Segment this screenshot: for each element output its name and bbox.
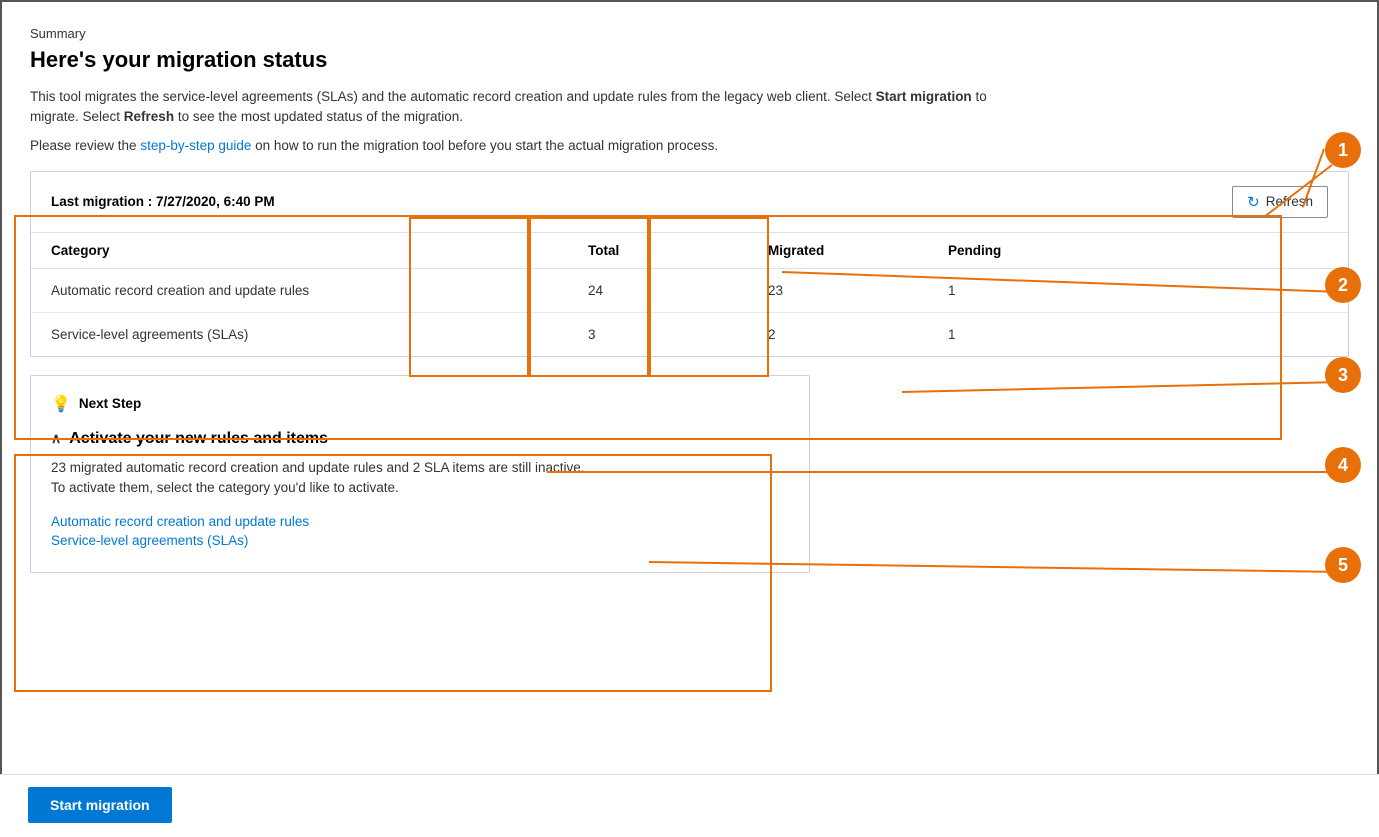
row1-empty — [1128, 283, 1328, 298]
activate-header: ∧ Activate your new rules and items — [51, 430, 789, 448]
annotation-circle-4: 4 — [1325, 447, 1361, 483]
chevron-up-icon: ∧ — [51, 430, 61, 447]
annotation-circle-3: 3 — [1325, 357, 1361, 393]
refresh-label: Refresh — [1266, 194, 1313, 209]
lightbulb-icon: 💡 — [51, 394, 71, 414]
col-header-empty — [1128, 243, 1328, 258]
migration-table-container: Last migration : 7/27/2020, 6:40 PM ↻ Re… — [30, 171, 1349, 357]
start-migration-button[interactable]: Start migration — [28, 787, 172, 823]
bottom-bar: Start migration — [0, 774, 1379, 835]
table-row: Service-level agreements (SLAs) 3 2 1 — [31, 313, 1348, 356]
next-step-container: 💡 Next Step ∧ Activate your new rules an… — [30, 375, 810, 574]
refresh-icon: ↻ — [1247, 193, 1260, 211]
col-header-category: Category — [51, 243, 588, 258]
activate-link-rules[interactable]: Automatic record creation and update rul… — [51, 514, 789, 529]
next-step-label: Next Step — [79, 396, 141, 411]
migration-header-row: Last migration : 7/27/2020, 6:40 PM ↻ Re… — [31, 172, 1348, 233]
row1-pending: 1 — [948, 283, 1128, 298]
activate-description: 23 migrated automatic record creation an… — [51, 458, 789, 499]
guide-text: Please review the step-by-step guide on … — [30, 138, 1349, 153]
guide-link[interactable]: step-by-step guide — [140, 138, 251, 153]
row2-empty — [1128, 327, 1328, 342]
last-migration-text: Last migration : 7/27/2020, 6:40 PM — [51, 194, 275, 209]
row1-migrated: 23 — [768, 283, 948, 298]
col-header-total: Total — [588, 243, 768, 258]
row2-category: Service-level agreements (SLAs) — [51, 327, 588, 342]
refresh-button[interactable]: ↻ Refresh — [1232, 186, 1328, 218]
row1-total: 24 — [588, 283, 768, 298]
row2-pending: 1 — [948, 327, 1128, 342]
row1-category: Automatic record creation and update rul… — [51, 283, 588, 298]
activate-title: Activate your new rules and items — [69, 430, 328, 448]
summary-label: Summary — [30, 26, 1349, 41]
row2-total: 3 — [588, 327, 768, 342]
description-text: This tool migrates the service-level agr… — [30, 87, 990, 128]
table-grid: Category Total Migrated Pending Automati… — [31, 233, 1348, 356]
activate-link-slas[interactable]: Service-level agreements (SLAs) — [51, 533, 789, 548]
col-header-migrated: Migrated — [768, 243, 948, 258]
page-title: Here's your migration status — [30, 47, 1349, 73]
table-row: Automatic record creation and update rul… — [31, 269, 1348, 313]
table-header-row: Category Total Migrated Pending — [31, 233, 1348, 269]
next-step-header: 💡 Next Step — [51, 394, 789, 414]
row2-migrated: 2 — [768, 327, 948, 342]
annotation-circle-5: 5 — [1325, 547, 1361, 583]
col-header-pending: Pending — [948, 243, 1128, 258]
